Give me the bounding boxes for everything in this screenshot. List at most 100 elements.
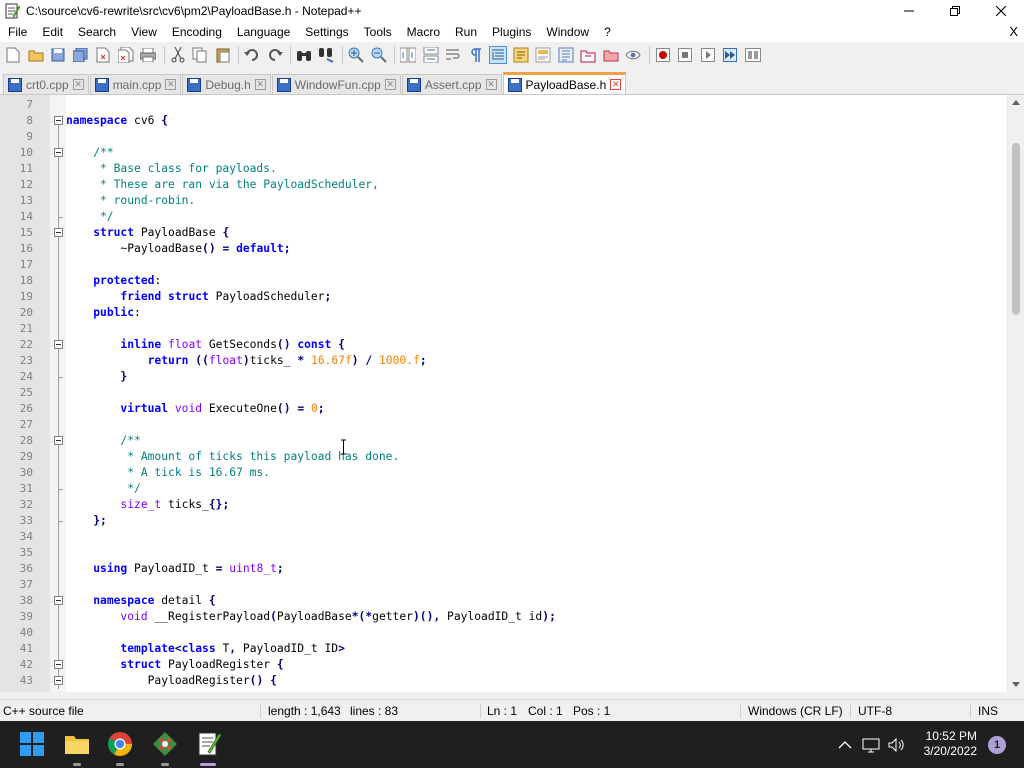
fold-collapse-icon[interactable] xyxy=(54,228,63,237)
fold-collapse-icon[interactable] xyxy=(54,436,63,445)
doc-map-button[interactable] xyxy=(534,46,552,64)
taskbar-chrome[interactable] xyxy=(106,730,134,758)
minimize-button[interactable] xyxy=(886,0,932,22)
code-line[interactable]: 14 */ xyxy=(0,209,1008,225)
monitoring-button[interactable] xyxy=(624,46,642,64)
user-defined-lang-button[interactable] xyxy=(512,46,530,64)
code-line[interactable]: 19 friend struct PayloadScheduler; xyxy=(0,289,1008,305)
code-line[interactable]: 35 xyxy=(0,545,1008,561)
code-line[interactable]: 40 xyxy=(0,625,1008,641)
menu-tools[interactable]: Tools xyxy=(356,22,399,42)
menu-search[interactable]: Search xyxy=(70,22,123,42)
code-line[interactable]: 11 * Base class for payloads. xyxy=(0,161,1008,177)
tab-windowfun-cpp[interactable]: WindowFun.cpp ✕ xyxy=(271,74,401,94)
close-all-button[interactable] xyxy=(117,46,135,64)
code-line[interactable]: 38 namespace detail { xyxy=(0,593,1008,609)
code-line[interactable]: 13 * round-robin. xyxy=(0,193,1008,209)
code-line[interactable]: 24 } xyxy=(0,369,1008,385)
new-file-button[interactable] xyxy=(4,46,22,64)
code-line[interactable]: 16 ~PayloadBase() = default; xyxy=(0,241,1008,257)
tab-debug-h[interactable]: Debug.h ✕ xyxy=(182,74,271,94)
tab-close-icon[interactable]: ✕ xyxy=(254,79,266,90)
taskbar-notepadpp[interactable] xyxy=(194,730,222,758)
code-line[interactable]: 26 virtual void ExecuteOne() = 0; xyxy=(0,401,1008,417)
code-line[interactable]: 41 template<class T, PayloadID_t ID> xyxy=(0,641,1008,657)
close-file-button[interactable] xyxy=(94,46,112,64)
code-line[interactable]: 27 xyxy=(0,417,1008,433)
function-list-button[interactable] xyxy=(557,46,575,64)
menu-language[interactable]: Language xyxy=(229,22,297,42)
close-window-button[interactable] xyxy=(978,0,1024,22)
network-tray-button[interactable] xyxy=(862,721,882,768)
tab-close-icon[interactable]: ✕ xyxy=(165,79,177,90)
sync-horizontal-button[interactable] xyxy=(422,46,440,64)
code-line[interactable]: 25 xyxy=(0,385,1008,401)
code-line[interactable]: 12 * These are ran via the PayloadSchedu… xyxy=(0,177,1008,193)
taskbar-git-app[interactable] xyxy=(151,730,179,758)
menu-encoding[interactable]: Encoding xyxy=(164,22,229,42)
fold-collapse-icon[interactable] xyxy=(54,116,63,125)
macro-stop-button[interactable] xyxy=(676,46,694,64)
code-line[interactable]: 36 using PayloadID_t = uint8_t; xyxy=(0,561,1008,577)
code-line[interactable]: 32 size_t ticks_{}; xyxy=(0,497,1008,513)
print-button[interactable] xyxy=(139,46,157,64)
code-line[interactable]: 10 /** xyxy=(0,145,1008,161)
code-line[interactable]: 30 * A tick is 16.67 ms. xyxy=(0,465,1008,481)
macro-record-button[interactable] xyxy=(654,46,672,64)
menu-settings[interactable]: Settings xyxy=(297,22,355,42)
fold-collapse-icon[interactable] xyxy=(54,340,63,349)
notepadpp-app-icon[interactable] xyxy=(4,3,21,19)
tab-close-icon[interactable]: ✕ xyxy=(610,79,622,90)
folder-as-workspace-button[interactable] xyxy=(602,46,620,64)
undo-button[interactable] xyxy=(243,46,261,64)
tab-main-cpp[interactable]: main.cpp ✕ xyxy=(89,74,182,94)
code-line[interactable]: 33 }; xyxy=(0,513,1008,529)
tab-close-icon[interactable]: ✕ xyxy=(384,79,396,90)
redo-button[interactable] xyxy=(266,46,284,64)
code-line[interactable]: 7 xyxy=(0,97,1008,113)
taskbar-file-explorer[interactable] xyxy=(63,730,91,758)
code-line[interactable]: 21 xyxy=(0,321,1008,337)
code-line[interactable]: 28 /** xyxy=(0,433,1008,449)
menu-help[interactable]: ? xyxy=(596,22,618,42)
open-file-button[interactable] xyxy=(27,46,45,64)
folder-workspace-button[interactable] xyxy=(579,46,597,64)
menu-plugins[interactable]: Plugins xyxy=(484,22,538,42)
menu-window[interactable]: Window xyxy=(538,22,596,42)
code-line[interactable]: 15 struct PayloadBase { xyxy=(0,225,1008,241)
find-button[interactable] xyxy=(295,46,313,64)
replace-button[interactable] xyxy=(318,46,336,64)
tab-close-icon[interactable]: ✕ xyxy=(485,79,497,90)
fold-collapse-icon[interactable] xyxy=(54,660,63,669)
fold-collapse-icon[interactable] xyxy=(54,596,63,605)
menu-macro[interactable]: Macro xyxy=(399,22,447,42)
menu-file[interactable]: File xyxy=(0,22,34,42)
scrollbar-thumb[interactable] xyxy=(1012,143,1020,315)
zoom-in-button[interactable] xyxy=(347,46,365,64)
word-wrap-button[interactable] xyxy=(444,46,462,64)
code-line[interactable]: 9 xyxy=(0,129,1008,145)
macro-play-button[interactable] xyxy=(699,46,717,64)
fold-collapse-icon[interactable] xyxy=(54,148,63,157)
paste-button[interactable] xyxy=(214,46,232,64)
volume-tray-button[interactable] xyxy=(888,721,908,768)
menu-run[interactable]: Run xyxy=(447,22,484,42)
code-line[interactable]: 31 */ xyxy=(0,481,1008,497)
sync-vertical-button[interactable] xyxy=(399,46,417,64)
tab-close-icon[interactable]: ✕ xyxy=(72,79,84,90)
indent-guide-button[interactable] xyxy=(489,46,507,64)
tab-assert-cpp[interactable]: Assert.cpp ✕ xyxy=(401,74,502,94)
tab-payloadbase-h[interactable]: PayloadBase.h ✕ xyxy=(502,72,627,94)
code-line[interactable]: 23 return ((float)ticks_ * 16.67f) / 100… xyxy=(0,353,1008,369)
close-document-button[interactable]: X xyxy=(1009,22,1018,42)
code-line[interactable]: 18 protected: xyxy=(0,273,1008,289)
macro-save-button[interactable] xyxy=(744,46,762,64)
scroll-down-arrow-icon[interactable] xyxy=(1012,682,1020,687)
cut-button[interactable] xyxy=(169,46,187,64)
start-button[interactable] xyxy=(18,730,46,758)
macro-run-multiple-button[interactable] xyxy=(721,46,739,64)
code-line[interactable]: 22 inline float GetSeconds() const { xyxy=(0,337,1008,353)
code-line[interactable]: 17 xyxy=(0,257,1008,273)
code-line[interactable]: 37 xyxy=(0,577,1008,593)
code-line[interactable]: 42 struct PayloadRegister { xyxy=(0,657,1008,673)
